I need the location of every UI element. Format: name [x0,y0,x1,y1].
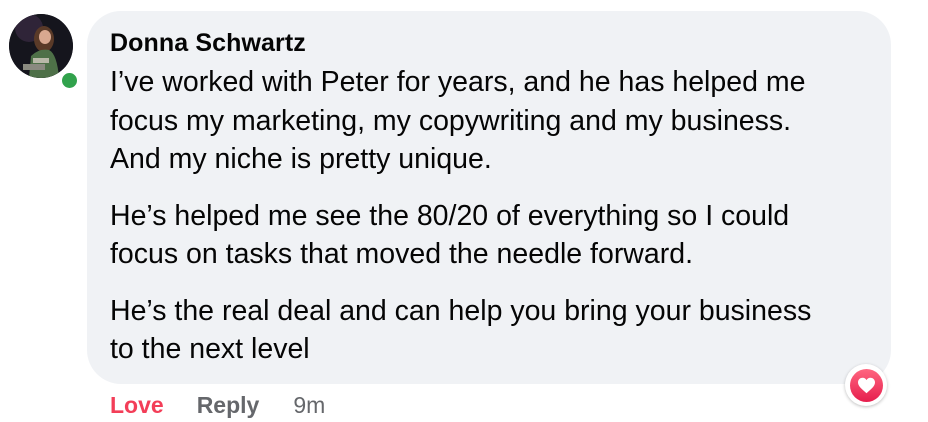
avatar-container[interactable] [9,14,80,91]
love-button[interactable]: Love [110,392,164,419]
comment-line: to the next level [110,333,310,365]
comment-paragraph: He’s helped me see the 80/20 of everythi… [110,197,871,274]
comment-line: focus on tasks that moved the needle for… [110,238,693,270]
comment-paragraph: He’s the real deal and can help you brin… [110,292,871,369]
comment-paragraph: I’ve worked with Peter for years, and he… [110,63,871,179]
comment-bubble: Donna Schwartz I’ve worked with Peter fo… [87,11,891,384]
comment-line: And my niche is pretty unique. [110,143,492,175]
comment-actions: Love Reply 9m [110,390,325,420]
reply-button[interactable]: Reply [197,392,260,419]
comment-line: I’ve worked with Peter for years, and he… [110,66,806,98]
comment-line: He’s the real deal and can help you brin… [110,294,812,327]
comment-line: He’s helped me see the 80/20 of everythi… [110,199,790,232]
comment-thread: Donna Schwartz I’ve worked with Peter fo… [0,0,928,422]
online-status-indicator [59,70,80,91]
comment-author[interactable]: Donna Schwartz [110,28,871,58]
heart-love-icon [849,368,883,402]
comment-line: focus my marketing, my copywriting and m… [110,104,792,137]
heart-icon [857,377,875,393]
comment-timestamp[interactable]: 9m [293,392,325,419]
avatar[interactable] [9,14,73,78]
reaction-summary[interactable] [845,364,887,406]
